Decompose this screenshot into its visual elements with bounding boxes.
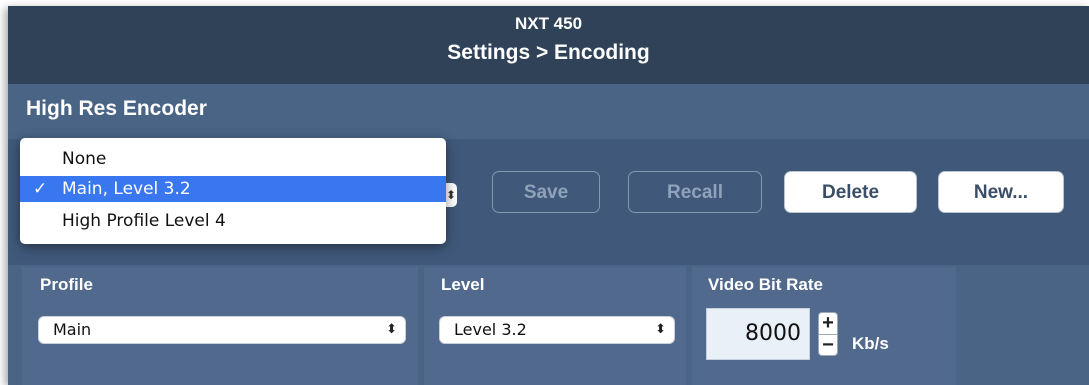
checkmark-icon: ✓	[33, 179, 48, 199]
decrement-icon[interactable]: −	[819, 335, 837, 356]
preset-dropdown-menu: None ✓ Main, Level 3.2 High Profile Leve…	[20, 138, 446, 244]
page-title: Settings > Encoding	[447, 41, 650, 64]
title-bar: NXT 450 Settings > Encoding	[8, 6, 1089, 84]
menu-item-label: None	[62, 149, 107, 169]
menu-item-none[interactable]: None	[20, 146, 446, 172]
increment-icon[interactable]: +	[819, 313, 837, 335]
bitrate-label: Video Bit Rate	[708, 275, 823, 294]
menu-item-label: Main, Level 3.2	[62, 179, 191, 199]
recall-button[interactable]: Recall	[628, 171, 762, 213]
level-select-value: Level 3.2	[454, 320, 527, 339]
new-button[interactable]: New...	[938, 171, 1064, 213]
device-name: NXT 450	[514, 14, 583, 33]
section-title: High Res Encoder	[26, 97, 207, 120]
profile-label: Profile	[40, 275, 93, 294]
level-select[interactable]: Level 3.2 ⬍	[439, 316, 675, 344]
save-button[interactable]: Save	[492, 171, 600, 213]
menu-item-label: High Profile Level 4	[62, 211, 226, 231]
bitrate-input[interactable]: 8000	[706, 308, 810, 360]
menu-item-high-profile-level-4[interactable]: High Profile Level 4	[20, 208, 446, 234]
preset-select-arrow-icon[interactable]: ⬍	[445, 183, 457, 207]
level-label: Level	[441, 275, 485, 294]
profile-select[interactable]: Main ⬍	[38, 316, 406, 344]
bitrate-unit: Kb/s	[852, 334, 889, 353]
bitrate-stepper[interactable]: + −	[818, 312, 838, 356]
delete-button[interactable]: Delete	[784, 171, 917, 213]
updown-arrows-icon: ⬍	[655, 322, 666, 337]
menu-item-main-level-3-2[interactable]: ✓ Main, Level 3.2	[20, 176, 446, 202]
profile-select-value: Main	[53, 320, 92, 339]
updown-arrows-icon: ⬍	[386, 322, 397, 337]
